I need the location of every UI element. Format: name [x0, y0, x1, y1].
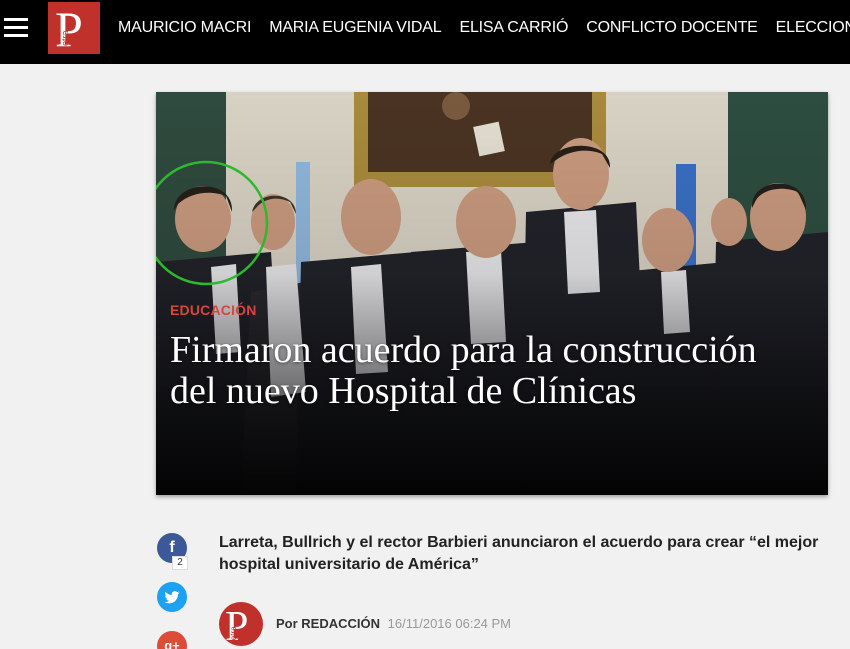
- author-name[interactable]: REDACCIÓN: [301, 616, 380, 631]
- publish-date: 16/11/2016 06:24 PM: [387, 616, 512, 631]
- hero-text-block: EDUCACIÓN Firmaron acuerdo para la const…: [170, 302, 810, 412]
- twitter-icon: [164, 591, 180, 604]
- google-plus-share-button[interactable]: g+: [157, 631, 187, 649]
- top-navigation-bar: P letra MAURICIO MACRI MARIA EUGENIA VID…: [0, 0, 850, 64]
- menu-icon[interactable]: [0, 15, 30, 43]
- author-avatar[interactable]: P letra: [219, 602, 263, 646]
- google-plus-icon: g+: [164, 638, 180, 649]
- nav-link-conflicto-docente[interactable]: CONFLICTO DOCENTE: [586, 19, 758, 37]
- hero-image[interactable]: EDUCACIÓN Firmaron acuerdo para la const…: [156, 92, 828, 495]
- twitter-share-button[interactable]: [157, 582, 187, 612]
- site-logo[interactable]: P letra: [48, 2, 100, 54]
- nav-link-mauricio-macri[interactable]: MAURICIO MACRI: [118, 19, 251, 37]
- logo-mark: P letra: [55, 2, 83, 54]
- nav-link-elisa-carrio[interactable]: ELISA CARRIÓ: [459, 19, 568, 37]
- article-byline: Por REDACCIÓN 16/11/2016 06:24 PM: [276, 616, 511, 631]
- nav-link-maria-eugenia-vidal[interactable]: MARIA EUGENIA VIDAL: [269, 19, 441, 37]
- svg-text:letra: letra: [229, 626, 238, 642]
- article-summary: Larreta, Bullrich y el rector Barbieri a…: [219, 534, 819, 573]
- facebook-icon: f: [169, 539, 175, 556]
- main-nav: MAURICIO MACRI MARIA EUGENIA VIDAL ELISA…: [118, 0, 850, 56]
- svg-text:letra: letra: [60, 30, 70, 48]
- byline-prefix: Por: [276, 616, 298, 631]
- article-category[interactable]: EDUCACIÓN: [170, 302, 810, 318]
- nav-link-elecciones[interactable]: ELECCIONES 20: [776, 19, 850, 37]
- article-headline[interactable]: Firmaron acuerdo para la construcción de…: [170, 330, 810, 412]
- author-avatar-logo: P letra: [225, 604, 248, 646]
- hero-photo: [156, 92, 828, 495]
- facebook-share-count: 2: [172, 556, 188, 570]
